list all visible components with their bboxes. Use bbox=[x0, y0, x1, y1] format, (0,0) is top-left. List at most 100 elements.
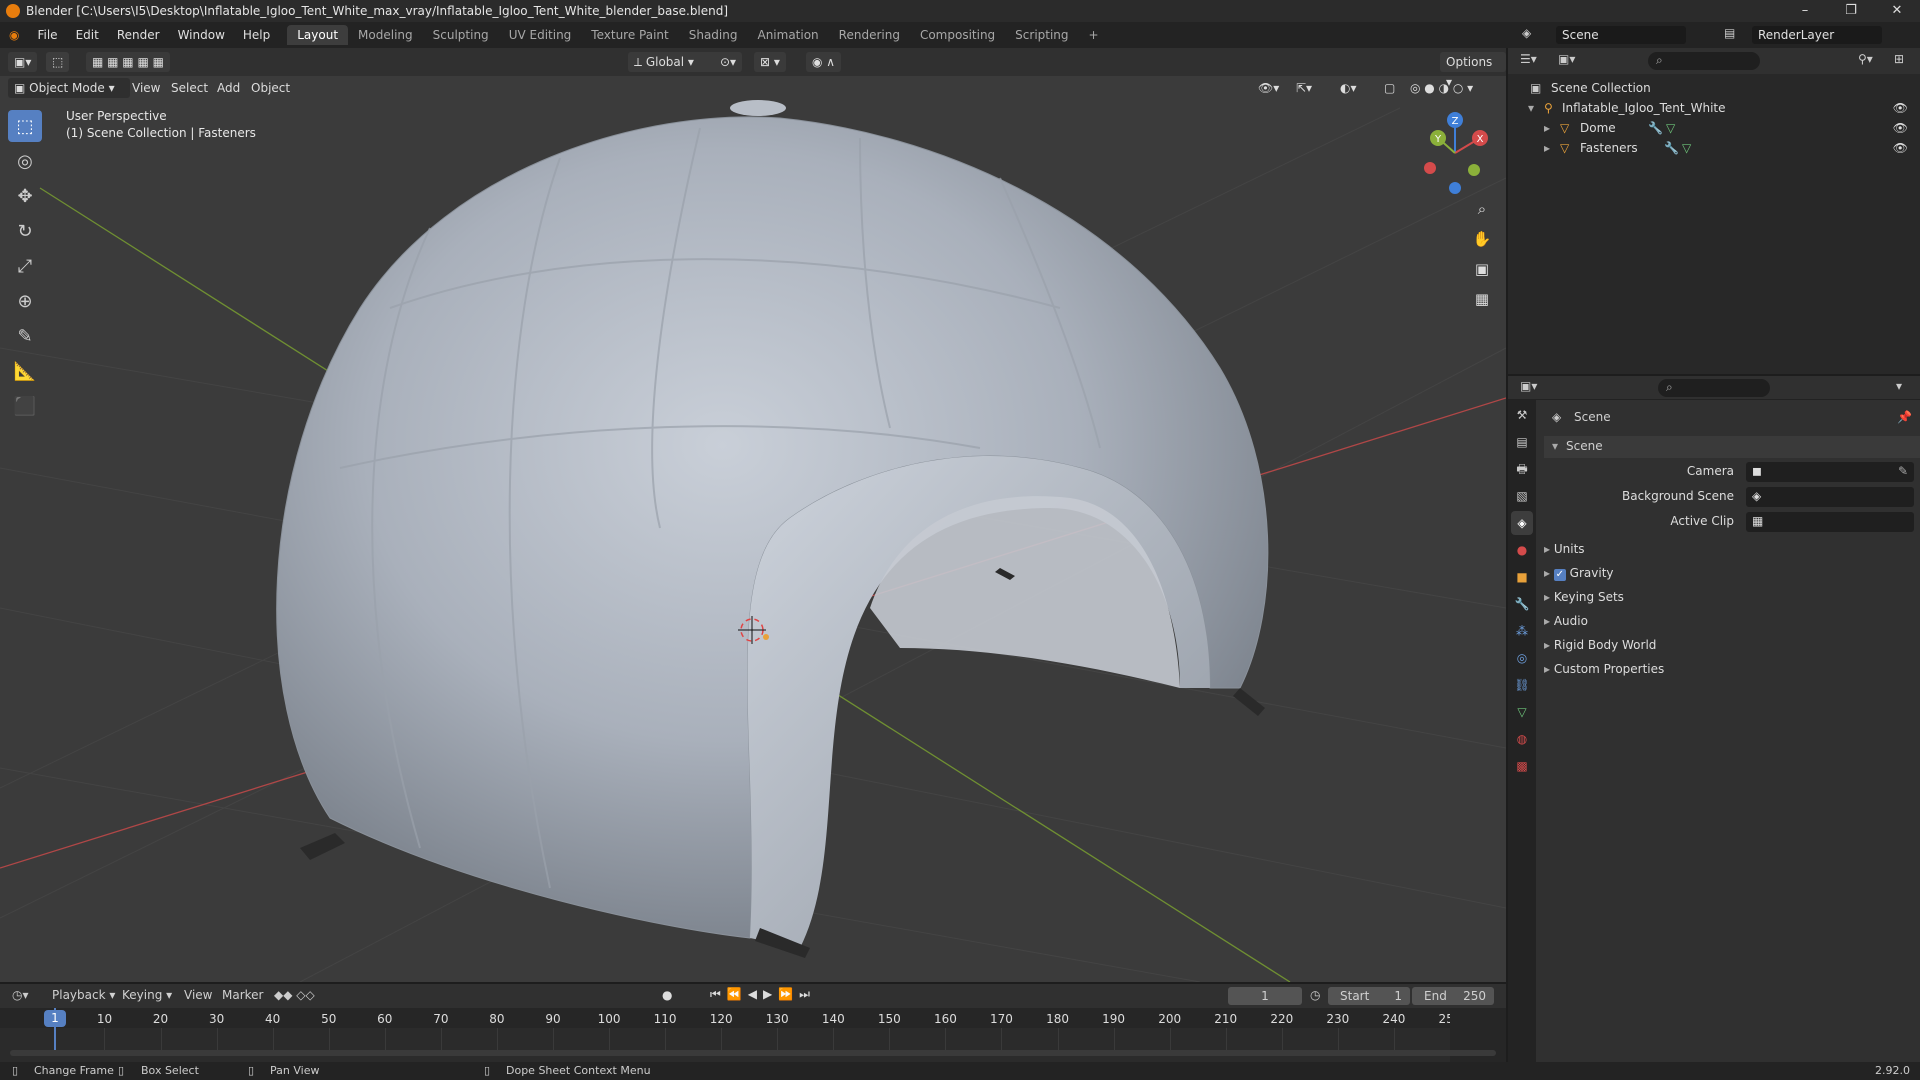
tab-sculpting[interactable]: Sculpting bbox=[423, 25, 499, 45]
subpanel-audio[interactable]: ▸ Audio bbox=[1544, 614, 1920, 628]
outliner-search-input[interactable]: ⌕ bbox=[1648, 52, 1760, 70]
visibility-eye-icon[interactable]: 👁 bbox=[1893, 98, 1908, 118]
chevron-down-icon[interactable]: ▾ bbox=[1896, 379, 1902, 393]
add-workspace-icon[interactable]: + bbox=[1079, 25, 1109, 45]
data-tab-icon[interactable]: ▽ bbox=[1511, 700, 1533, 724]
particles-tab-icon[interactable]: ⁂ bbox=[1511, 619, 1533, 643]
timeline-editor[interactable]: ◷▾ Playback ▾ Keying ▾ View Marker ◆◆ ◇◇… bbox=[0, 984, 1506, 1062]
selection-mode-buttons[interactable]: ▦ ▦ ▦ ▦ ▦ bbox=[86, 52, 170, 72]
tab-modeling[interactable]: Modeling bbox=[348, 25, 423, 45]
measure-icon[interactable]: 📐 bbox=[8, 355, 42, 387]
subpanel-units[interactable]: ▸ Units bbox=[1544, 542, 1920, 556]
visibility-dropdown[interactable]: 👁▾ bbox=[1252, 78, 1285, 98]
subpanel-custom-properties[interactable]: ▸ Custom Properties bbox=[1544, 662, 1920, 676]
expand-arrow-icon[interactable]: ▸ bbox=[1544, 138, 1550, 158]
properties-editor-icon[interactable]: ▣▾ bbox=[1520, 379, 1537, 393]
gizmo-toggle[interactable]: ⇱▾ bbox=[1290, 78, 1318, 98]
annotate-icon[interactable]: ✎ bbox=[8, 320, 42, 352]
maximize-button[interactable]: ❐ bbox=[1828, 0, 1874, 22]
tool-tab-icon[interactable]: ⚒ bbox=[1511, 403, 1533, 427]
navigation-gizmo[interactable]: Z X Y bbox=[1410, 108, 1500, 198]
object-tab-icon[interactable]: ■ bbox=[1511, 565, 1533, 589]
render-layer-selector[interactable]: RenderLayer bbox=[1752, 26, 1882, 44]
tab-uv-editing[interactable]: UV Editing bbox=[499, 25, 582, 45]
editor-type-icon[interactable]: ▣▾ bbox=[8, 52, 38, 72]
menu-add[interactable]: Add bbox=[217, 78, 240, 98]
display-mode-icon[interactable]: ▣▾ bbox=[1558, 52, 1575, 66]
playback-controls[interactable]: ⏮⏪◀▶⏩⏭ bbox=[710, 987, 816, 1002]
end-frame-field[interactable]: End 250 bbox=[1412, 987, 1494, 1005]
blender-menu-icon[interactable]: ◉ bbox=[0, 28, 28, 42]
keyframe-icons[interactable]: ◆◆ ◇◇ bbox=[274, 988, 315, 1002]
eyedropper-icon[interactable]: ✎ bbox=[1898, 464, 1908, 478]
add-cube-icon[interactable]: ⬛ bbox=[8, 390, 42, 422]
tab-scripting[interactable]: Scripting bbox=[1005, 25, 1078, 45]
background-scene-field[interactable]: ◈ bbox=[1746, 487, 1914, 507]
menu-object[interactable]: Object bbox=[251, 78, 290, 98]
shading-mode-buttons[interactable]: ◎ ● ◑ ○ ▾ bbox=[1404, 78, 1479, 98]
pan-hand-icon[interactable]: ✋ bbox=[1469, 226, 1495, 252]
panel-scene-header[interactable]: ▾ Scene bbox=[1544, 436, 1920, 458]
menu-marker[interactable]: Marker bbox=[222, 988, 263, 1002]
properties-search-input[interactable]: ⌕ bbox=[1658, 379, 1770, 397]
expand-arrow-icon[interactable]: ▸ bbox=[1544, 118, 1550, 138]
proportional-editing-toggle[interactable]: ◉ ∧ bbox=[806, 52, 842, 72]
gravity-checkbox[interactable]: ✓ bbox=[1553, 569, 1566, 581]
options-dropdown[interactable]: Options ▾ bbox=[1440, 52, 1506, 89]
render-tab-icon[interactable]: ▤ bbox=[1511, 430, 1533, 454]
menu-playback[interactable]: Playback ▾ bbox=[52, 988, 115, 1002]
select-box-icon[interactable]: ⬚ bbox=[8, 110, 42, 142]
subpanel-gravity[interactable]: ▸ ✓ Gravity bbox=[1544, 566, 1920, 581]
scene-selector[interactable]: Scene bbox=[1556, 26, 1686, 44]
rotate-icon[interactable]: ↻ bbox=[8, 215, 42, 247]
new-collection-icon[interactable]: ⊞ bbox=[1894, 52, 1904, 66]
outliner-row-fasteners[interactable]: ▸ ▽ Fasteners 🔧 ▽ 👁 bbox=[1508, 138, 1920, 158]
pivot-point-dropdown[interactable]: ⊙▾ bbox=[714, 52, 743, 72]
active-clip-field[interactable]: ▦ bbox=[1746, 512, 1914, 532]
tab-layout[interactable]: Layout bbox=[287, 25, 349, 45]
menu-window[interactable]: Window bbox=[169, 28, 234, 42]
menu-file[interactable]: File bbox=[28, 28, 66, 42]
menu-help[interactable]: Help bbox=[234, 28, 279, 42]
select-tool-icon[interactable]: ⬚ bbox=[46, 52, 70, 72]
zoom-icon[interactable]: ⌕ bbox=[1469, 196, 1495, 222]
physics-tab-icon[interactable]: ◎ bbox=[1511, 646, 1533, 670]
constraints-tab-icon[interactable]: ⛓ bbox=[1511, 673, 1533, 697]
scene-icon[interactable]: ◈ bbox=[1522, 26, 1540, 44]
outliner-row-scene-collection[interactable]: ▣ Scene Collection bbox=[1508, 78, 1920, 98]
subpanel-keying-sets[interactable]: ▸ Keying Sets bbox=[1544, 590, 1920, 604]
render-layer-icon[interactable]: ▤ bbox=[1724, 26, 1742, 44]
outliner-editor-icon[interactable]: ☰▾ bbox=[1520, 52, 1537, 66]
menu-edit[interactable]: Edit bbox=[67, 28, 108, 42]
tab-animation[interactable]: Animation bbox=[747, 25, 828, 45]
transform-icon[interactable]: ⊕ bbox=[8, 285, 42, 317]
start-frame-field[interactable]: Start 1 bbox=[1328, 987, 1410, 1005]
perspective-grid-icon[interactable]: ▦ bbox=[1469, 286, 1495, 312]
menu-render[interactable]: Render bbox=[108, 28, 169, 42]
camera-view-icon[interactable]: ▣ bbox=[1469, 256, 1495, 282]
menu-select[interactable]: Select bbox=[171, 78, 208, 98]
visibility-eye-icon[interactable]: 👁 bbox=[1893, 118, 1908, 138]
igloo-tent-model[interactable] bbox=[276, 100, 1269, 958]
camera-field[interactable]: ◼ ✎ bbox=[1746, 462, 1914, 482]
visibility-eye-icon[interactable]: 👁 bbox=[1893, 138, 1908, 158]
timeline-scrollbar[interactable] bbox=[10, 1050, 1496, 1056]
tab-texture-paint[interactable]: Texture Paint bbox=[581, 25, 678, 45]
outliner-row-dome[interactable]: ▸ ▽ Dome 🔧 ▽ 👁 bbox=[1508, 118, 1920, 138]
outliner[interactable]: ☰▾ ▣▾ ⌕ ⚲▾ ⊞ ▣ Scene Collection ▾ ⚲ Infl… bbox=[1508, 48, 1920, 374]
tab-shading[interactable]: Shading bbox=[679, 25, 748, 45]
preview-range-icon[interactable]: ◷ bbox=[1310, 988, 1320, 1002]
3d-viewport[interactable]: Z X Y ⌕ ✋ ▣ ▦ User Perspective (1) Scene… bbox=[0, 48, 1506, 982]
texture-tab-icon[interactable]: ▩ bbox=[1511, 754, 1533, 778]
minimize-button[interactable]: – bbox=[1782, 0, 1828, 22]
pin-icon[interactable]: 📌 bbox=[1897, 410, 1912, 424]
snapping-toggle[interactable]: ⊠ ▾ bbox=[754, 52, 786, 72]
view-layer-tab-icon[interactable]: ▧ bbox=[1511, 484, 1533, 508]
modifier-tab-icon[interactable]: 🔧 bbox=[1511, 592, 1533, 616]
material-tab-icon[interactable]: ◍ bbox=[1511, 727, 1533, 751]
menu-view[interactable]: View bbox=[132, 78, 160, 98]
transform-orientation-dropdown[interactable]: ⟂ Global ▾ bbox=[628, 52, 720, 72]
current-frame-field[interactable]: 1 bbox=[1228, 987, 1302, 1005]
tab-compositing[interactable]: Compositing bbox=[910, 25, 1005, 45]
cursor-icon[interactable]: ◎ bbox=[8, 145, 42, 177]
